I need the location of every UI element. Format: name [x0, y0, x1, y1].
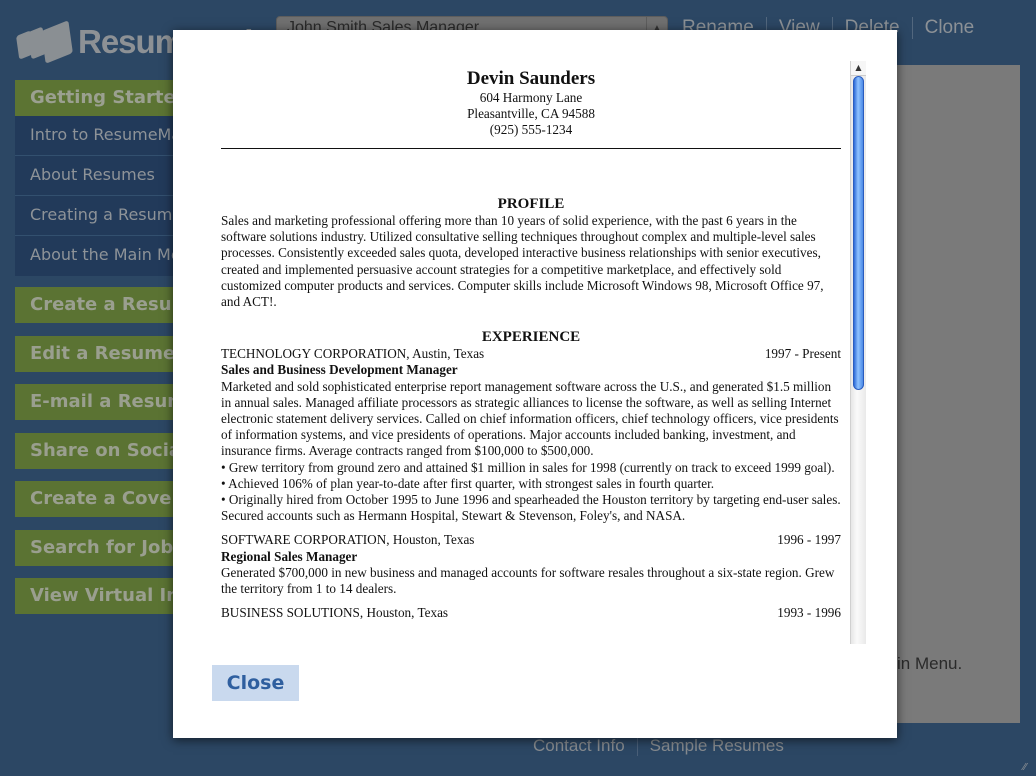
job-dates: 1996 - 1997 — [777, 532, 841, 548]
resume-preview-dialog: Devin Saunders 604 Harmony Lane Pleasant… — [173, 30, 897, 738]
resume-header: Devin Saunders 604 Harmony Lane Pleasant… — [221, 62, 841, 138]
logo-icon — [14, 18, 76, 66]
profile-text: Sales and marketing professional offerin… — [221, 213, 824, 310]
job-bullet: • Achieved 106% of plan year-to-date aft… — [221, 475, 715, 491]
job-title: Sales and Business Development Manager — [221, 362, 458, 378]
resume-phone: (925) 555-1234 — [489, 122, 573, 137]
scroll-up-arrow-icon[interactable]: ▲ — [851, 61, 866, 76]
job-dates: 1993 - 1996 — [777, 605, 841, 621]
scrollbar-thumb[interactable] — [853, 76, 864, 390]
header-divider — [221, 148, 841, 149]
contact-info-link[interactable]: Contact Info — [533, 736, 637, 756]
job-company: BUSINESS SOLUTIONS, Houston, Texas — [221, 605, 449, 621]
profile-heading: PROFILE — [497, 196, 565, 212]
clone-link[interactable]: Clone — [911, 17, 987, 39]
job-entry: BUSINESS SOLUTIONS, Houston, Texas 1993 … — [221, 605, 841, 621]
content-text: in Menu. — [897, 654, 963, 673]
close-button[interactable]: Close — [212, 665, 299, 701]
resume-address: 604 Harmony Lane — [479, 90, 583, 105]
document-scrollbar[interactable]: ▲ — [850, 61, 866, 644]
resume-name: Devin Saunders — [466, 68, 596, 89]
resume-document: Devin Saunders 604 Harmony Lane Pleasant… — [221, 62, 841, 644]
job-entry: SOFTWARE CORPORATION, Houston, Texas 199… — [221, 532, 841, 597]
job-bullet: • Grew territory from ground zero and at… — [221, 459, 835, 475]
resume-city: Pleasantville, CA 94588 — [467, 106, 595, 121]
job-bullet: • Originally hired from October 1995 to … — [221, 492, 841, 524]
job-title: Regional Sales Manager — [221, 548, 358, 564]
content-panel — [897, 65, 1020, 723]
job-description: Marketed and sold sophisticated enterpri… — [221, 378, 839, 459]
job-dates: 1997 - Present — [764, 346, 841, 362]
job-company: TECHNOLOGY CORPORATION, Austin, Texas — [221, 346, 485, 362]
footer-links: Contact Info Sample Resumes — [533, 736, 796, 756]
job-entry: TECHNOLOGY CORPORATION, Austin, Texas 19… — [221, 346, 841, 524]
resize-grip-icon[interactable]: ⁄⁄ — [1023, 763, 1033, 773]
job-company: SOFTWARE CORPORATION, Houston, Texas — [221, 532, 475, 548]
job-description: Generated $700,000 in new business and m… — [221, 564, 835, 597]
experience-heading: EXPERIENCE — [481, 329, 581, 346]
sample-resumes-link[interactable]: Sample Resumes — [636, 736, 796, 756]
